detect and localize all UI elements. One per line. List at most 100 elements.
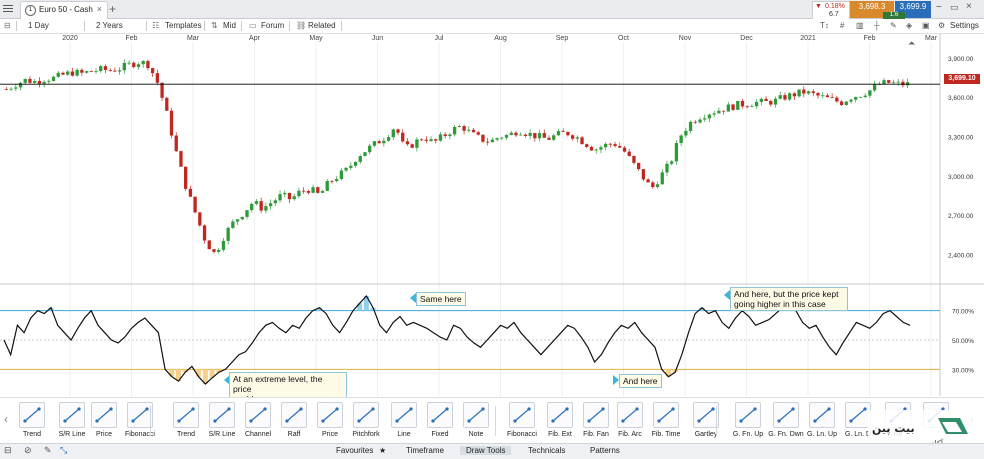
tool-fibonacci-3[interactable]: Fibonacci: [124, 402, 156, 442]
text-tool-icon[interactable]: T↕: [820, 21, 829, 30]
status-tab-favourites[interactable]: Favourites: [336, 446, 373, 455]
x-tick-label: Aug: [494, 35, 507, 42]
related-icon: ⛓: [296, 21, 307, 30]
candle-body: [358, 156, 362, 162]
candle-body: [240, 216, 244, 220]
candle-body: [773, 98, 778, 105]
interval-dropdown[interactable]: 1 Day: [28, 21, 49, 30]
candle-body: [193, 196, 197, 213]
tool-gartley-18[interactable]: Gartley: [690, 402, 722, 442]
candle-body: [679, 135, 683, 144]
layers-icon[interactable]: ◈: [906, 21, 912, 30]
status-tab-technicals[interactable]: Technicals: [528, 446, 565, 455]
candle-body: [754, 101, 759, 107]
tool-fib-arc-16[interactable]: Fib. Arc: [614, 402, 646, 442]
x-tick-label: Sep: [556, 35, 569, 42]
annotation-kept-higher: And here, but the price kept going highe…: [730, 287, 848, 311]
pencil-icon[interactable]: ✎: [44, 445, 52, 456]
candle-body: [4, 89, 9, 91]
tool-trend-0[interactable]: Trend: [16, 402, 48, 442]
tool-trend-4[interactable]: Trend: [170, 402, 202, 442]
tool-g-fn-up-19[interactable]: G. Fn. Up: [732, 402, 764, 442]
candle-body: [363, 152, 367, 157]
mid-button[interactable]: Mid: [223, 21, 236, 30]
candle-body: [349, 165, 353, 168]
add-tab-icon[interactable]: +: [109, 2, 116, 16]
candle-body: [750, 106, 754, 107]
candle-body: [839, 101, 844, 105]
screenshot-icon[interactable]: ▣: [922, 21, 930, 30]
tool-channel-6[interactable]: Channel: [242, 402, 274, 442]
candle-body: [94, 71, 98, 72]
window-icon[interactable]: ▭: [950, 2, 959, 13]
crosshair-icon[interactable]: ┼: [874, 21, 880, 30]
forum-button[interactable]: Forum: [261, 21, 284, 30]
price-icon: [91, 402, 117, 428]
settings-button[interactable]: Settings: [950, 21, 979, 30]
candle-body: [306, 191, 311, 193]
oscillator-tick-label: 70.00%: [952, 309, 974, 316]
tool-note-12[interactable]: Note: [460, 402, 492, 442]
grid-icon[interactable]: #: [840, 21, 844, 30]
oscillator-y-axis: 70.00% 50.00% 30.00%: [952, 309, 974, 375]
tool-g-fn-dwn-20[interactable]: G. Fn. Dwn: [768, 402, 804, 442]
hamburger-menu-icon[interactable]: [2, 3, 14, 15]
spread-badge: 1.6: [883, 12, 905, 19]
candle-body: [599, 147, 603, 150]
candle-body: [113, 70, 117, 72]
tool-line-10[interactable]: Line: [388, 402, 420, 442]
tool-price-2[interactable]: Price: [88, 402, 120, 442]
bars-icon[interactable]: ▥: [856, 21, 864, 30]
candle-body: [726, 104, 730, 112]
templates-button[interactable]: Templates: [165, 21, 201, 30]
pin-icon[interactable]: ⊟: [4, 21, 11, 30]
tool-fib-ext-14[interactable]: Fib. Ext: [544, 402, 576, 442]
candle-body: [18, 82, 23, 88]
star-icon[interactable]: ★: [379, 446, 386, 455]
tool-fixed-11[interactable]: Fixed: [424, 402, 456, 442]
candle-body: [457, 126, 462, 128]
close-tab-icon[interactable]: ×: [97, 4, 102, 14]
candle-body: [9, 88, 13, 90]
candle-body: [75, 69, 79, 76]
status-tab-draw-tools[interactable]: Draw Tools: [460, 446, 512, 455]
cursor-icon[interactable]: ⤡: [60, 445, 67, 456]
status-tab-timeframe[interactable]: Timeframe: [406, 446, 444, 455]
candle-body: [259, 201, 263, 211]
candle-body: [122, 62, 126, 71]
minus-icon[interactable]: −: [936, 2, 942, 13]
no-entry-icon[interactable]: ⊘: [24, 445, 32, 456]
candle-body: [528, 133, 532, 136]
candle-body: [580, 137, 584, 145]
candle-body: [731, 104, 735, 110]
status-tab-patterns[interactable]: Patterns: [590, 446, 620, 455]
candle-body: [769, 100, 773, 105]
candle-body: [316, 187, 320, 193]
candle-body: [165, 97, 169, 111]
line-icon: [391, 402, 417, 428]
alert-bell-icon[interactable]: ⏶: [908, 38, 915, 49]
candle-body: [462, 126, 466, 131]
chart-area[interactable]: 2020 Feb Mar Apr May Jun Jul Aug Sep Oct Nov Dec 202…: [0, 34, 984, 396]
tool-s-r-line-5[interactable]: S/R Line: [206, 402, 238, 442]
gear-icon[interactable]: ⚙: [938, 21, 945, 30]
collapse-icon[interactable]: ⊟: [4, 445, 12, 456]
annotation-extreme-line1: At an extreme level, the price: [233, 374, 323, 394]
candle-body: [651, 182, 655, 188]
tool-pitchfork-9[interactable]: Pitchfork: [350, 402, 382, 442]
tool-g-ln-up-21[interactable]: G. Ln. Up: [806, 402, 838, 442]
drawing-icon[interactable]: ✎: [890, 21, 897, 30]
tool-price-8[interactable]: Price: [314, 402, 346, 442]
close-window-icon[interactable]: ×: [966, 1, 972, 12]
tool-raff-7[interactable]: Raff: [278, 402, 310, 442]
candle-body: [297, 190, 301, 197]
annotation-and-here: And here: [619, 374, 662, 388]
scroll-left-icon[interactable]: ‹: [4, 412, 8, 426]
range-dropdown[interactable]: 2 Years: [96, 21, 123, 30]
candle-body: [410, 144, 414, 148]
related-button[interactable]: Related: [308, 21, 336, 30]
tab-euro50-cash[interactable]: 1 Euro 50 - Cash ×: [20, 1, 108, 19]
tool-fibonacci-13[interactable]: Fibonacci: [506, 402, 538, 442]
candle-body: [575, 137, 579, 139]
tool-fib-time-17[interactable]: Fib. Time: [650, 402, 682, 442]
